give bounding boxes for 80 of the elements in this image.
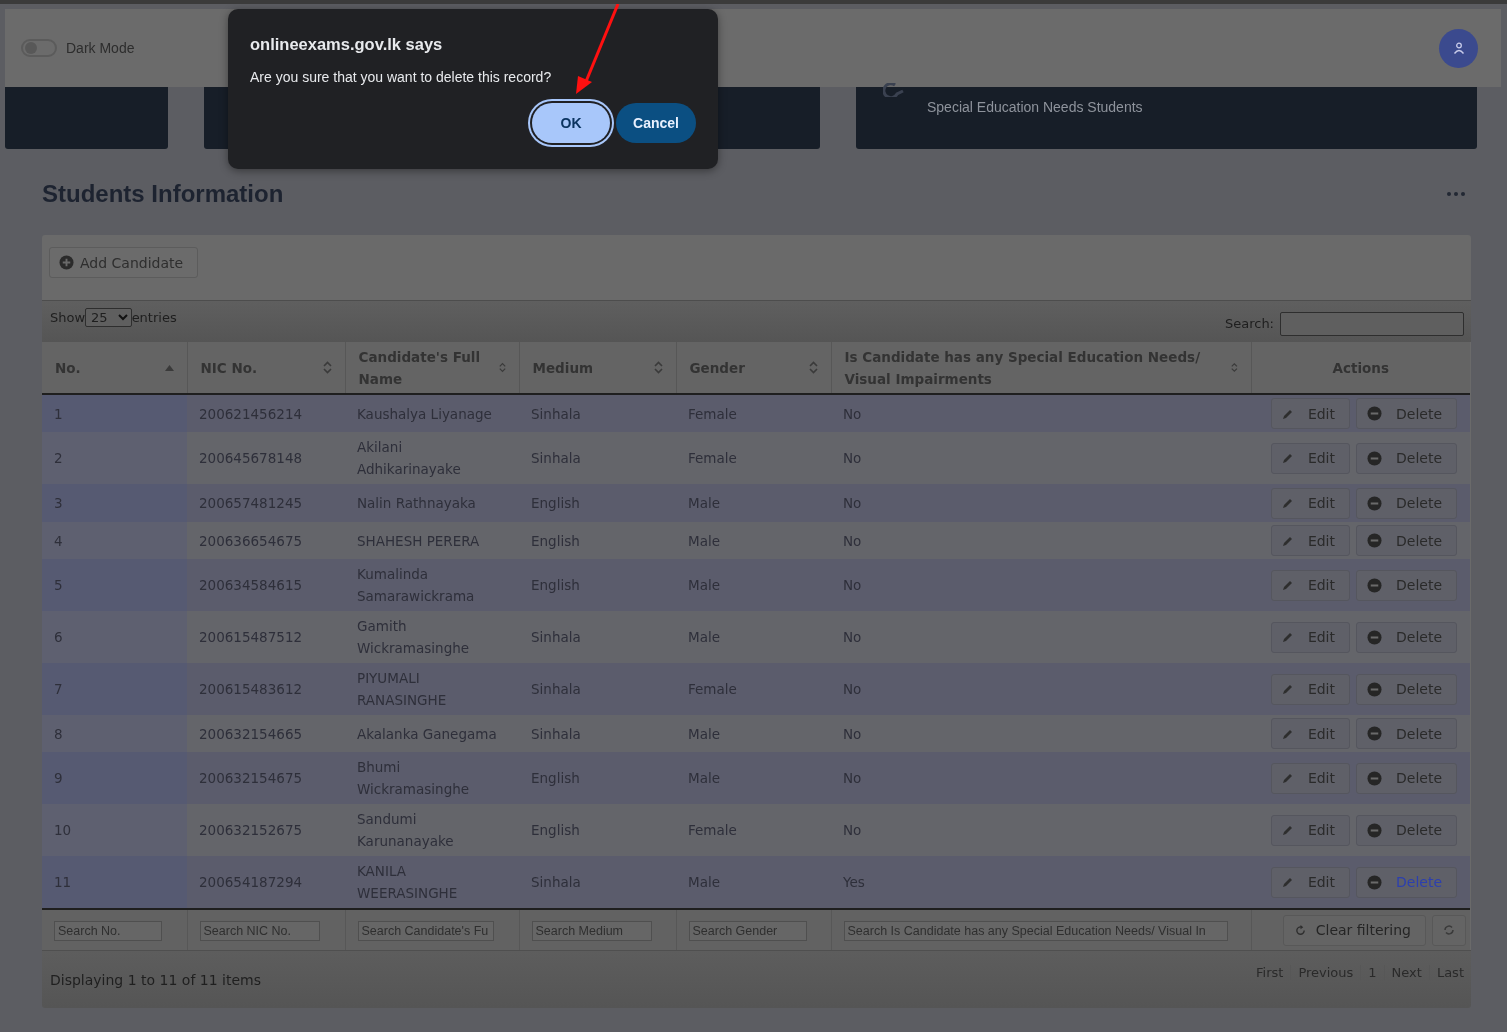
more-options-icon[interactable] <box>1447 192 1465 196</box>
sort-icon <box>653 361 663 374</box>
table-cell: 11 <box>42 856 187 909</box>
chevron-down-icon <box>117 314 128 321</box>
delete-button[interactable]: Delete <box>1356 814 1457 846</box>
column-filter-field[interactable]: Search No. <box>54 921 162 941</box>
clear-filtering-button[interactable]: Clear filtering <box>1282 914 1426 946</box>
edit-button[interactable]: Edit <box>1270 866 1350 898</box>
pencil-icon <box>1281 824 1294 836</box>
edit-button[interactable]: Edit <box>1270 621 1350 653</box>
table-cell: 5 <box>42 559 187 611</box>
pencil-icon <box>1281 497 1294 509</box>
column-filter-field[interactable]: Search NIC No. <box>199 921 320 941</box>
search-label: Search: <box>1224 316 1274 331</box>
sync-icon <box>1443 924 1455 936</box>
entries-label: entries <box>131 310 177 325</box>
table-cell: 3 <box>42 484 187 522</box>
minus-circle-icon <box>1367 495 1382 511</box>
entries-dropdown[interactable]: 25 <box>85 308 132 327</box>
search-field[interactable] <box>1280 311 1464 336</box>
dark-mode-label: Dark Mode <box>66 40 135 56</box>
delete-button[interactable]: Delete <box>1356 525 1457 556</box>
edit-button[interactable]: Edit <box>1270 814 1350 846</box>
pencil-icon <box>1281 772 1294 784</box>
pencil-icon <box>1281 683 1294 695</box>
page-title: Students Information <box>42 180 284 208</box>
sort-icon <box>498 361 506 374</box>
pencil-icon <box>1281 452 1294 464</box>
user-avatar-icon[interactable] <box>1439 28 1478 68</box>
edit-button[interactable]: Edit <box>1270 442 1350 474</box>
edit-button[interactable]: Edit <box>1270 569 1350 601</box>
sort-icon <box>808 361 818 374</box>
edit-button[interactable]: Edit <box>1270 673 1350 705</box>
sort-icon <box>322 361 332 374</box>
plus-circle-icon <box>59 255 74 270</box>
delete-button[interactable]: Delete <box>1356 442 1457 474</box>
pencil-icon <box>1281 876 1294 888</box>
cancel-button[interactable]: Cancel <box>616 103 696 143</box>
show-label: Show <box>50 310 86 325</box>
add-candidate-button[interactable]: Add Candidate <box>49 247 199 278</box>
sync-button[interactable] <box>1432 914 1466 946</box>
minus-circle-icon <box>1367 406 1382 421</box>
delete-button[interactable]: Delete <box>1356 866 1457 898</box>
sort-icon <box>1230 361 1238 374</box>
delete-button[interactable]: Delete <box>1356 762 1457 794</box>
pencil-icon <box>1281 631 1294 643</box>
minus-circle-icon <box>1367 629 1382 645</box>
minus-circle-icon <box>1367 770 1382 786</box>
delete-button[interactable]: Delete <box>1356 487 1457 519</box>
table-cell: 9 <box>42 752 187 804</box>
minus-circle-icon <box>1367 577 1382 593</box>
edit-button[interactable]: Edit <box>1270 487 1350 519</box>
edit-button[interactable]: Edit <box>1270 398 1350 429</box>
table-cell: 1 <box>42 394 187 432</box>
pencil-icon <box>1281 534 1294 547</box>
delete-button[interactable]: Delete <box>1356 398 1457 429</box>
minus-circle-icon <box>1367 726 1382 741</box>
minus-circle-icon <box>1367 874 1382 890</box>
minus-circle-icon <box>1367 681 1382 697</box>
minus-circle-icon <box>1367 533 1382 548</box>
delete-button[interactable]: Delete <box>1356 569 1457 601</box>
edit-button[interactable]: Edit <box>1270 525 1350 556</box>
table-cell: 7 <box>42 663 187 715</box>
delete-button[interactable]: Delete <box>1356 621 1457 653</box>
delete-button[interactable]: Delete <box>1356 673 1457 705</box>
column-filter-field[interactable]: Search Medium <box>531 921 652 941</box>
pencil-icon <box>1281 407 1294 420</box>
dialog-title: onlineexams.gov.lk says <box>250 35 444 54</box>
pencil-icon <box>1281 727 1294 740</box>
table-info: Displaying 1 to 11 of 11 items <box>50 971 261 988</box>
card-label: Special Education Needs Students <box>927 99 1143 115</box>
edit-button[interactable]: Edit <box>1270 718 1350 749</box>
sort-ascending-icon <box>164 364 174 371</box>
edit-button[interactable]: Edit <box>1270 762 1350 794</box>
minus-circle-icon <box>1367 822 1382 838</box>
pencil-icon <box>1281 579 1294 591</box>
delete-button[interactable]: Delete <box>1356 718 1457 749</box>
minus-circle-icon <box>1367 450 1382 466</box>
dialog-message: Are you sure that you want to delete this record? <box>250 69 553 85</box>
refresh-icon <box>1294 924 1306 936</box>
